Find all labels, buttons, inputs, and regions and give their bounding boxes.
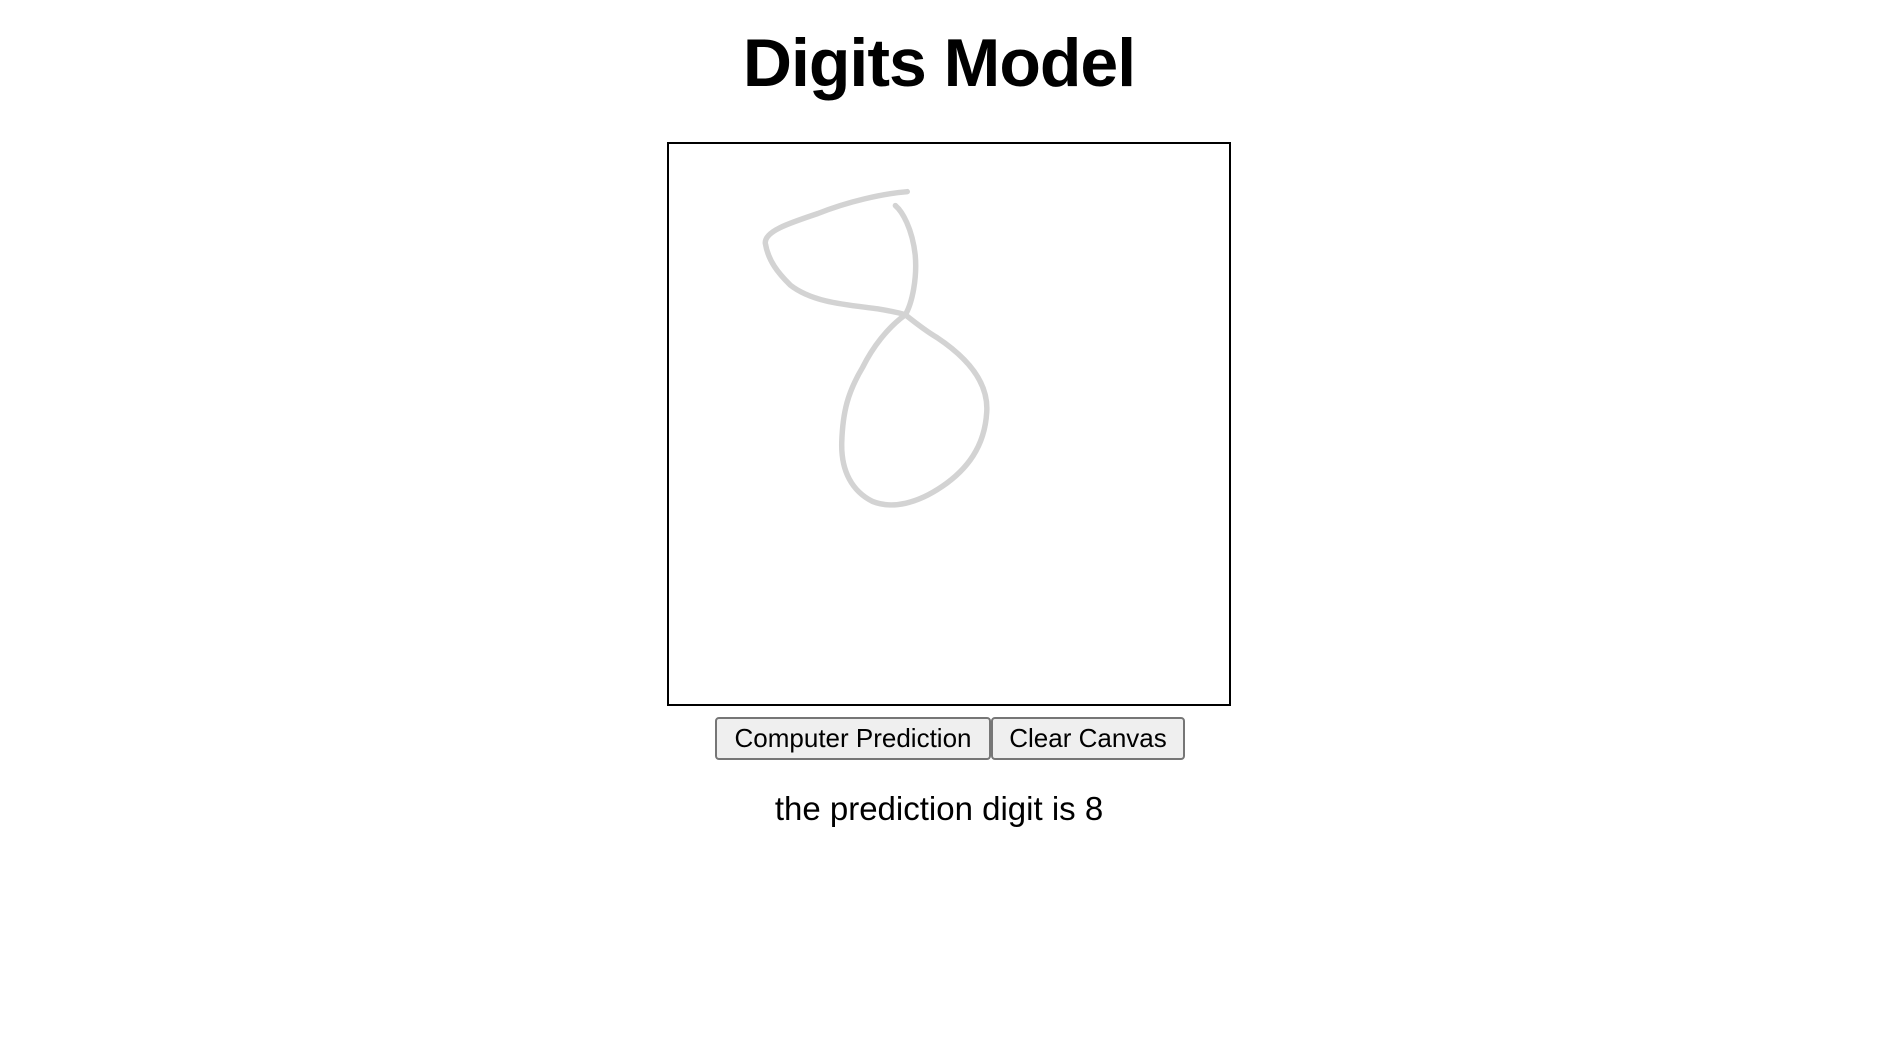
action-buttons: Computer Prediction Clear Canvas — [715, 717, 1185, 760]
clear-canvas-button[interactable]: Clear Canvas — [991, 717, 1185, 760]
page-title: Digits Model — [742, 25, 1136, 101]
page: Digits Model Computer Prediction Clear C… — [0, 0, 1878, 1052]
prediction-result: the prediction digit is 8 — [774, 790, 1104, 827]
handwritten-digit-stroke — [762, 188, 990, 508]
drawing-canvas[interactable] — [667, 142, 1231, 706]
computer-prediction-button[interactable]: Computer Prediction — [715, 717, 991, 760]
